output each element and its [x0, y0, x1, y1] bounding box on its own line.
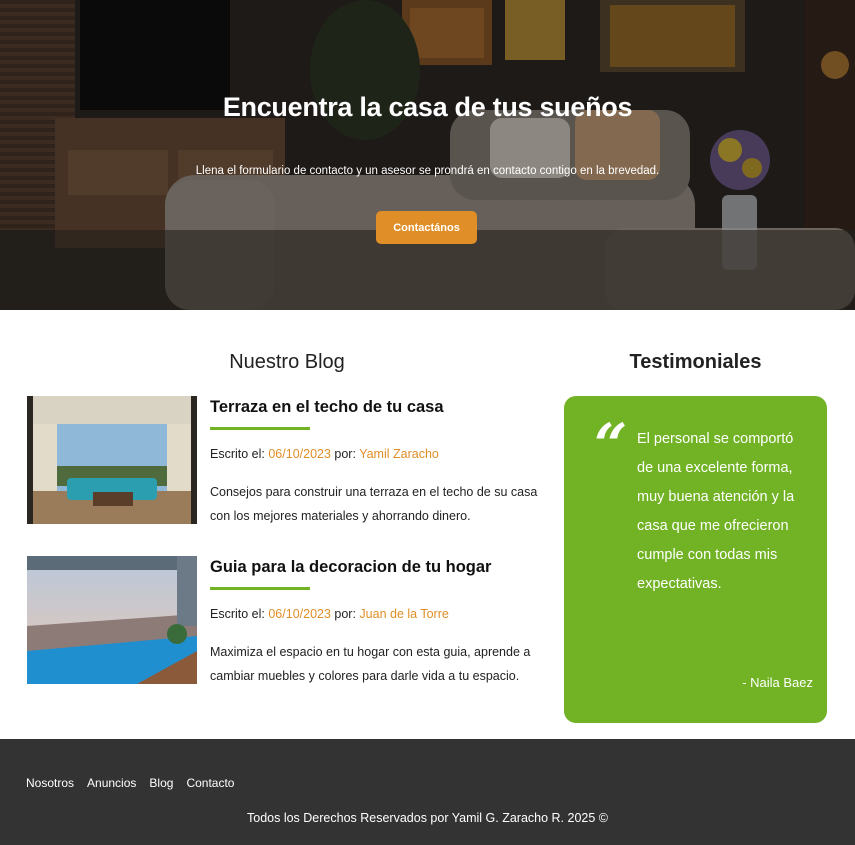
rooftop-terrace-image	[27, 396, 197, 524]
blog-post-title[interactable]: Terraza en el techo de tu casa	[210, 398, 444, 417]
blog-post[interactable]: Terraza en el techo de tu casa Escrito e…	[27, 396, 547, 536]
infinity-pool-image	[27, 556, 197, 684]
hero-subtitle: Llena el formulario de contacto y un ase…	[195, 165, 660, 177]
footer-link-blog[interactable]: Blog	[149, 776, 173, 790]
blog-post-title[interactable]: Guia para la decoracion de tu hogar	[210, 558, 491, 577]
blog-post-description: Maximiza el espacio en tu hogar con esta…	[210, 645, 531, 683]
hero-banner: Encuentra la casa de tus sueños Llena el…	[0, 0, 855, 310]
post-author: Yamil Zaracho	[359, 447, 439, 461]
blog-post-description: Consejos para construir una terraza en e…	[210, 485, 538, 523]
post-author: Juan de la Torre	[359, 607, 449, 621]
blog-post-image[interactable]	[27, 396, 197, 524]
title-underline	[210, 427, 310, 430]
blog-post[interactable]: Guia para la decoracion de tu hogar Escr…	[27, 556, 547, 696]
post-date: 06/10/2023	[268, 607, 331, 621]
footer-copyright: Todos los Derechos Reservados por Yamil …	[247, 811, 608, 825]
blog-post-image[interactable]	[27, 556, 197, 684]
blog-post-meta: Escrito el: 06/10/2023 por: Juan de la T…	[210, 607, 449, 621]
hero-title: Encuentra la casa de tus sueños	[222, 92, 633, 122]
footer-link-contacto[interactable]: Contacto	[186, 776, 234, 790]
contact-button[interactable]: Contactános	[376, 211, 477, 244]
footer-nav: Nosotros Anuncios Blog Contacto	[26, 776, 234, 790]
quote-icon: “	[594, 411, 628, 479]
footer-link-nosotros[interactable]: Nosotros	[26, 776, 74, 790]
meta-label: Escrito el:	[210, 607, 269, 621]
hero-overlay	[0, 0, 855, 310]
blog-heading: Nuestro Blog	[229, 351, 345, 373]
post-date: 06/10/2023	[268, 447, 331, 461]
testimonial-author: - Naila Baez	[742, 675, 813, 690]
meta-label: Escrito el:	[210, 447, 269, 461]
meta-by-label: por:	[330, 447, 360, 461]
blog-post-meta: Escrito el: 06/10/2023 por: Yamil Zarach…	[210, 447, 439, 461]
testimonials-heading: Testimoniales	[629, 351, 762, 373]
testimonial-text: El personal se comportó de una excelente…	[637, 431, 795, 592]
meta-by-label: por:	[330, 607, 360, 621]
footer-link-anuncios[interactable]: Anuncios	[87, 776, 136, 790]
testimonial-card: “ El personal se comportó de una excelen…	[564, 396, 827, 723]
footer: Nosotros Anuncios Blog Contacto Todos lo…	[0, 739, 855, 845]
title-underline	[210, 587, 310, 590]
